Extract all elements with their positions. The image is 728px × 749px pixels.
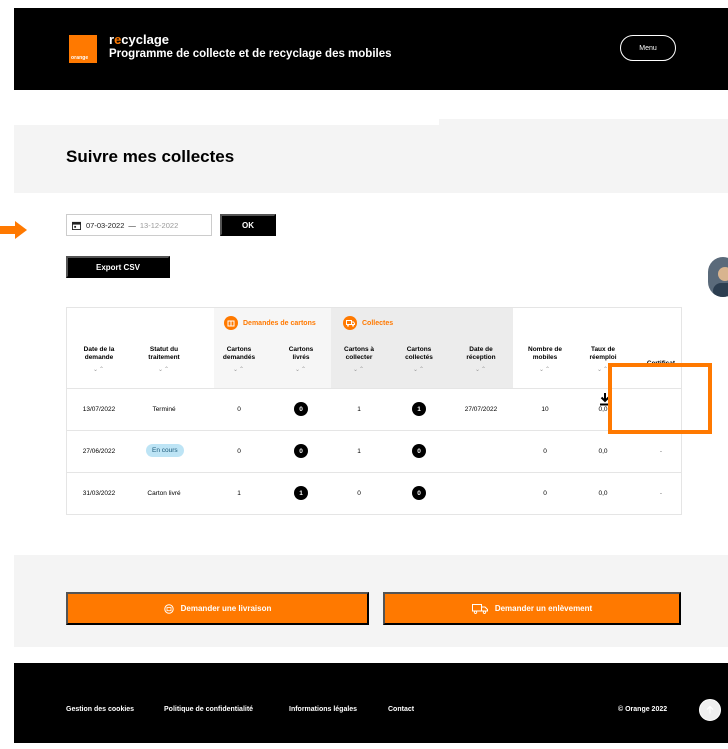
col-header-nombre-mobiles[interactable]: Nombre de mobiles: [523, 346, 567, 361]
cell-certificat: -: [659, 448, 663, 455]
row-divider: [67, 430, 681, 431]
cell-date: 13/07/2022: [82, 406, 116, 413]
cell-date-reception: 27/07/2022: [464, 406, 498, 413]
date-range-input[interactable]: 07-03-2022 — 13-12-2022: [66, 214, 212, 236]
date-from: 07-03-2022: [86, 220, 125, 230]
brand-subtitle: Programme de collecte et de recyclage de…: [109, 48, 392, 60]
group-label-collectes: Collectes: [362, 319, 394, 327]
chat-avatar[interactable]: [708, 257, 728, 297]
cell-cartons-collectes: 1: [412, 402, 426, 416]
cell-cartons-livres: 0: [294, 402, 308, 416]
col-header-cartons-collectes[interactable]: Cartons collectés: [397, 346, 441, 361]
collections-table: Demandes de cartons Collectes Date de la…: [66, 307, 682, 515]
truck-icon: [471, 603, 488, 614]
col-header-statut[interactable]: Statut du traitement: [137, 346, 191, 361]
group-header-collectes: Collectes: [343, 316, 393, 330]
cell-cartons-livres: 0: [294, 444, 308, 458]
cell-taux-reemploi: 0,0: [598, 448, 608, 455]
sort-icon[interactable]: ⌄⌃: [459, 366, 503, 373]
site-footer: Gestion des cookies Politique de confide…: [14, 663, 728, 743]
page-title: Suivre mes collectes: [66, 147, 235, 166]
cell-cartons-a-collecter: 0: [357, 490, 361, 497]
export-csv-button[interactable]: Export CSV: [66, 256, 170, 278]
row-divider: [67, 388, 681, 389]
col-header-date[interactable]: Date de la demande: [71, 346, 127, 361]
group-header-demandes: Demandes de cartons: [224, 316, 316, 330]
back-to-top-button[interactable]: [699, 699, 721, 721]
sort-icon[interactable]: ⌄⌃: [523, 366, 567, 373]
cell-taux-reemploi: 0,0: [598, 490, 608, 497]
ok-button[interactable]: OK: [220, 214, 276, 236]
cell-cartons-livres: 1: [294, 486, 308, 500]
app-frame: orange recyclage Programme de collecte e…: [14, 8, 728, 743]
request-pickup-button[interactable]: Demander un enlèvement: [383, 592, 681, 625]
cell-cartons-demandes: 0: [237, 448, 241, 455]
cell-statut: Terminé: [152, 406, 176, 413]
col-header-taux-reemploi[interactable]: Taux de réemploi: [581, 346, 625, 361]
arrow-right-icon: [0, 221, 27, 239]
footer-link-privacy[interactable]: Politique de confidentialité: [164, 706, 253, 713]
cell-date: 31/03/2022: [82, 490, 116, 497]
site-header: orange recyclage Programme de collecte e…: [14, 8, 728, 90]
col-header-cartons-demandes[interactable]: Cartons demandés: [217, 346, 261, 361]
footer-link-legal[interactable]: Informations légales: [289, 706, 357, 713]
sort-icon[interactable]: ⌄⌃: [281, 366, 321, 373]
cell-cartons-a-collecter: 1: [357, 448, 361, 455]
highlight-box: [608, 363, 712, 434]
col-header-cartons-a-collecter[interactable]: Cartons à collecter: [335, 346, 383, 361]
sort-icon[interactable]: ⌄⌃: [335, 366, 383, 373]
date-separator: —: [128, 220, 136, 230]
cell-statut: Carton livré: [147, 490, 181, 497]
sort-icon[interactable]: ⌄⌃: [217, 366, 261, 373]
cell-cartons-collectes: 0: [412, 486, 426, 500]
cell-cartons-collectes: 0: [412, 444, 426, 458]
cell-date: 27/06/2022: [82, 448, 116, 455]
cell-nombre-mobiles: 10: [541, 406, 549, 413]
calendar-icon: [72, 221, 81, 230]
brand-title: recyclage: [109, 33, 392, 47]
cell-nombre-mobiles: 0: [543, 448, 547, 455]
sort-icon[interactable]: ⌄⌃: [397, 366, 441, 373]
truck-icon: [343, 316, 357, 330]
copyright: © Orange 2022: [618, 706, 668, 713]
date-to: 13-12-2022: [139, 220, 179, 230]
footer-link-cookies[interactable]: Gestion des cookies: [66, 706, 134, 713]
cell-nombre-mobiles: 0: [543, 490, 547, 497]
row-divider: [67, 472, 681, 473]
logo-text: orange: [71, 55, 89, 61]
cell-certificat: -: [659, 490, 663, 497]
col-header-date-reception[interactable]: Date de réception: [459, 346, 503, 361]
request-delivery-button[interactable]: Demander une livraison: [66, 592, 369, 625]
menu-button[interactable]: Menu: [620, 35, 676, 61]
request-delivery-label: Demander une livraison: [180, 604, 272, 613]
title-band-notch: [14, 119, 439, 125]
avatar-body: [713, 283, 728, 297]
cell-cartons-a-collecter: 1: [357, 406, 361, 413]
sort-icon[interactable]: ⌄⌃: [71, 366, 127, 373]
avatar-face: [718, 267, 728, 281]
brand-block: recyclage Programme de collecte et de re…: [109, 33, 392, 61]
group-label-demandes: Demandes de cartons: [243, 319, 316, 327]
status-badge: En cours: [146, 444, 184, 457]
cell-cartons-demandes: 0: [237, 406, 241, 413]
request-pickup-label: Demander un enlèvement: [494, 604, 593, 613]
sort-icon[interactable]: ⌄⌃: [137, 366, 191, 373]
box-icon: [163, 603, 174, 614]
brand-suffix: cyclage: [121, 32, 169, 47]
cell-cartons-demandes: 1: [237, 490, 241, 497]
footer-link-contact[interactable]: Contact: [388, 706, 414, 713]
orange-logo[interactable]: orange: [69, 35, 97, 63]
box-icon: [224, 316, 238, 330]
col-header-cartons-livres[interactable]: Cartons livrés: [281, 346, 321, 361]
arrow-up-icon: [706, 705, 714, 714]
